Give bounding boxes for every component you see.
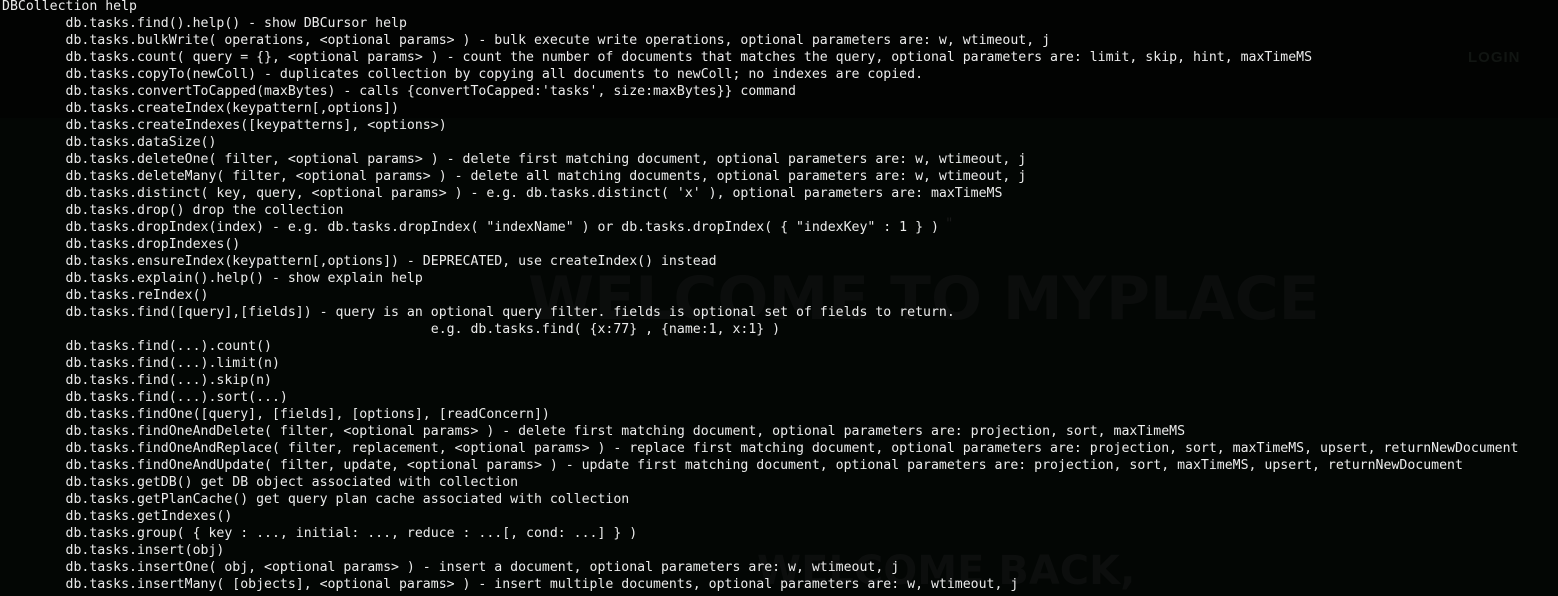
terminal-line: db.tasks.reIndex() — [2, 288, 209, 303]
terminal-line: db.tasks.count( query = {}, <optional pa… — [2, 50, 1313, 65]
terminal-line: db.tasks.findOne([query], [fields], [opt… — [2, 407, 550, 422]
terminal-header-line: DBCollection help — [2, 0, 137, 14]
terminal-line: db.tasks.insert(obj) — [2, 543, 225, 558]
terminal-line: db.tasks.getIndexes() — [2, 509, 233, 524]
terminal-line: db.tasks.dropIndexes() — [2, 237, 241, 252]
terminal-line: db.tasks.copyTo(newColl) - duplicates co… — [2, 67, 924, 82]
terminal-line: db.tasks.drop() drop the collection — [2, 203, 344, 218]
terminal-line: db.tasks.convertToCapped(maxBytes) - cal… — [2, 84, 796, 99]
terminal-line: db.tasks.ensureIndex(keypattern[,options… — [2, 254, 717, 269]
terminal-line: db.tasks.find().help() - show DBCursor h… — [2, 16, 407, 31]
terminal-line: db.tasks.insertMany( [objects], <optiona… — [2, 577, 1019, 592]
terminal-line: db.tasks.getPlanCache() get query plan c… — [2, 492, 630, 507]
terminal-line: db.tasks.explain().help() - show explain… — [2, 271, 423, 286]
terminal-line: db.tasks.deleteMany( filter, <optional p… — [2, 169, 1027, 184]
terminal-line: db.tasks.find(...).count() — [2, 339, 272, 354]
terminal-line: db.tasks.find(...).limit(n) — [2, 356, 280, 371]
terminal-line: db.tasks.findOneAndDelete( filter, <opti… — [2, 424, 1186, 439]
terminal-output[interactable]: DBCollection help db.tasks.find().help()… — [2, 0, 1518, 593]
terminal-line: db.tasks.deleteOne( filter, <optional pa… — [2, 152, 1027, 167]
terminal-help-lines: db.tasks.find().help() - show DBCursor h… — [2, 15, 1519, 593]
terminal-line: db.tasks.group( { key : ..., initial: ..… — [2, 526, 638, 541]
terminal-line: db.tasks.getDB() get DB object associate… — [2, 475, 519, 490]
terminal-line: db.tasks.findOneAndReplace( filter, repl… — [2, 441, 1519, 456]
terminal-line: e.g. db.tasks.find( {x:77} , {name:1, x:… — [2, 322, 781, 337]
screen: LOGIN " WELCOME TO MYPLACE WELCOME BACK,… — [0, 0, 1558, 596]
terminal-line: db.tasks.createIndexes([keypatterns], <o… — [2, 118, 447, 133]
terminal-line: db.tasks.find(...).skip(n) — [2, 373, 272, 388]
terminal-line: db.tasks.find(...).sort(...) — [2, 390, 288, 405]
terminal-line: db.tasks.createIndex(keypattern[,options… — [2, 101, 399, 116]
terminal-line: db.tasks.find([query],[fields]) - query … — [2, 305, 955, 320]
terminal-line: db.tasks.dropIndex(index) - e.g. db.task… — [2, 220, 939, 235]
terminal-line: db.tasks.dataSize() — [2, 135, 217, 150]
terminal-line: db.tasks.bulkWrite( operations, <optiona… — [2, 33, 1051, 48]
terminal-line: db.tasks.distinct( key, query, <optional… — [2, 186, 1003, 201]
terminal-line: db.tasks.insertOne( obj, <optional param… — [2, 560, 900, 575]
terminal-line: db.tasks.findOneAndUpdate( filter, updat… — [2, 458, 1463, 473]
